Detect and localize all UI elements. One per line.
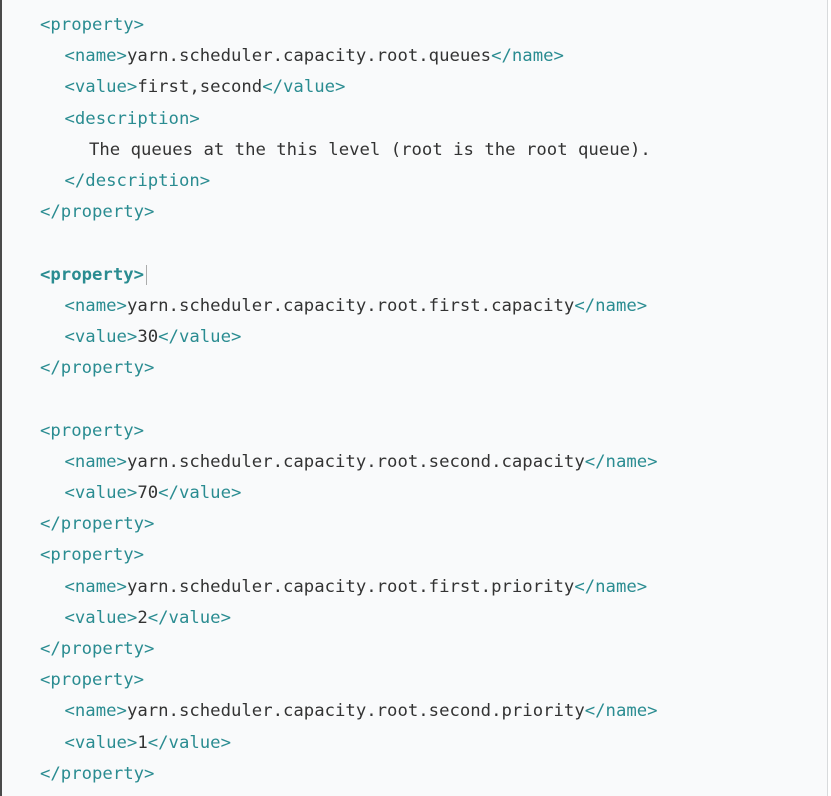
code-line: <property>	[40, 416, 144, 447]
xml-open-tag: <name>	[64, 46, 127, 67]
xml-open-tag: <value>	[64, 483, 138, 503]
xml-close-tag: </description>	[64, 171, 211, 191]
xml-close-tag: </name>	[574, 295, 648, 316]
xml-open-tag: <property>	[40, 545, 145, 566]
xml-open-tag: <property>	[40, 15, 145, 35]
code-line: <property>	[40, 540, 144, 571]
xml-close-tag: </value>	[147, 732, 231, 753]
xml-close-tag: </value>	[158, 483, 242, 503]
xml-text: yarn.scheduler.capacity.root.second.capa…	[126, 451, 585, 472]
code-line: <name>yarn.scheduler.capacity.root.queue…	[65, 41, 564, 72]
xml-open-tag: <value>	[64, 607, 138, 628]
code-line: <property>	[40, 10, 144, 41]
xml-open-tag: <name>	[64, 701, 127, 722]
code-line: <name>yarn.scheduler.capacity.root.secon…	[65, 696, 658, 727]
xml-close-tag: </property>	[40, 514, 155, 535]
code-line: <description>	[65, 104, 200, 135]
xml-open-tag: <name>	[64, 451, 127, 472]
xml-text: yarn.scheduler.capacity.root.queues	[126, 46, 492, 67]
xml-close-tag: </name>	[584, 701, 658, 722]
code-line: <value>1</value>	[65, 728, 231, 759]
code-line: <name>yarn.scheduler.capacity.root.secon…	[65, 447, 658, 478]
code-line: </property>	[40, 634, 154, 665]
xml-close-tag: </property>	[40, 202, 155, 223]
code-line: <name>yarn.scheduler.capacity.root.first…	[65, 291, 648, 322]
xml-open-tag: <property>	[40, 420, 145, 441]
xml-close-tag: </value>	[158, 327, 242, 347]
xml-close-tag: </property>	[40, 639, 155, 659]
code-line: <value>2</value>	[65, 603, 231, 634]
code-line: </property>	[40, 353, 154, 384]
xml-open-tag: <name>	[64, 576, 127, 597]
code-line: </description>	[65, 166, 211, 197]
xml-text: 70	[137, 483, 159, 503]
code-line: </property>	[40, 759, 154, 790]
xml-close-tag: </name>	[491, 46, 564, 67]
xml-text: 2	[137, 607, 148, 628]
xml-open-tag: <property>	[40, 264, 145, 285]
code-line: The queues at the this level (root is th…	[89, 135, 651, 166]
xml-close-tag: </name>	[574, 576, 648, 597]
xml-text: yarn.scheduler.capacity.root.first.prior…	[126, 576, 575, 597]
xml-text: 1	[137, 732, 148, 753]
xml-open-tag: <description>	[64, 108, 200, 129]
xml-text: yarn.scheduler.capacity.root.second.prio…	[126, 701, 585, 722]
xml-open-tag: <value>	[64, 327, 138, 347]
code-line: <property>	[40, 260, 148, 291]
xml-close-tag: </property>	[40, 358, 155, 379]
xml-open-tag: <value>	[64, 77, 138, 98]
code-line: <name>yarn.scheduler.capacity.root.first…	[65, 572, 648, 603]
xml-text: yarn.scheduler.capacity.root.first.capac…	[126, 295, 575, 316]
code-editor[interactable]: <property> <name>yarn.scheduler.capacity.…	[0, 0, 828, 796]
xml-text: 30	[137, 327, 159, 347]
xml-text: first,second	[137, 77, 263, 98]
code-line: </property>	[40, 509, 154, 540]
xml-close-tag: </property>	[40, 763, 155, 784]
xml-open-tag: <property>	[40, 670, 145, 691]
xml-open-tag: <name>	[64, 295, 127, 316]
xml-close-tag: </value>	[262, 77, 346, 98]
code-line: <property>	[40, 665, 144, 696]
xml-close-tag: </name>	[584, 451, 658, 472]
code-line: </property>	[40, 197, 154, 228]
code-line: <value>70</value>	[65, 478, 242, 509]
xml-text: The queues at the this level (root is th…	[89, 139, 651, 160]
text-cursor	[146, 264, 148, 285]
code-line: <value>30</value>	[65, 322, 242, 353]
xml-open-tag: <value>	[64, 732, 138, 753]
code-line: <value>first,second</value>	[65, 72, 346, 103]
xml-close-tag: </value>	[147, 607, 231, 628]
